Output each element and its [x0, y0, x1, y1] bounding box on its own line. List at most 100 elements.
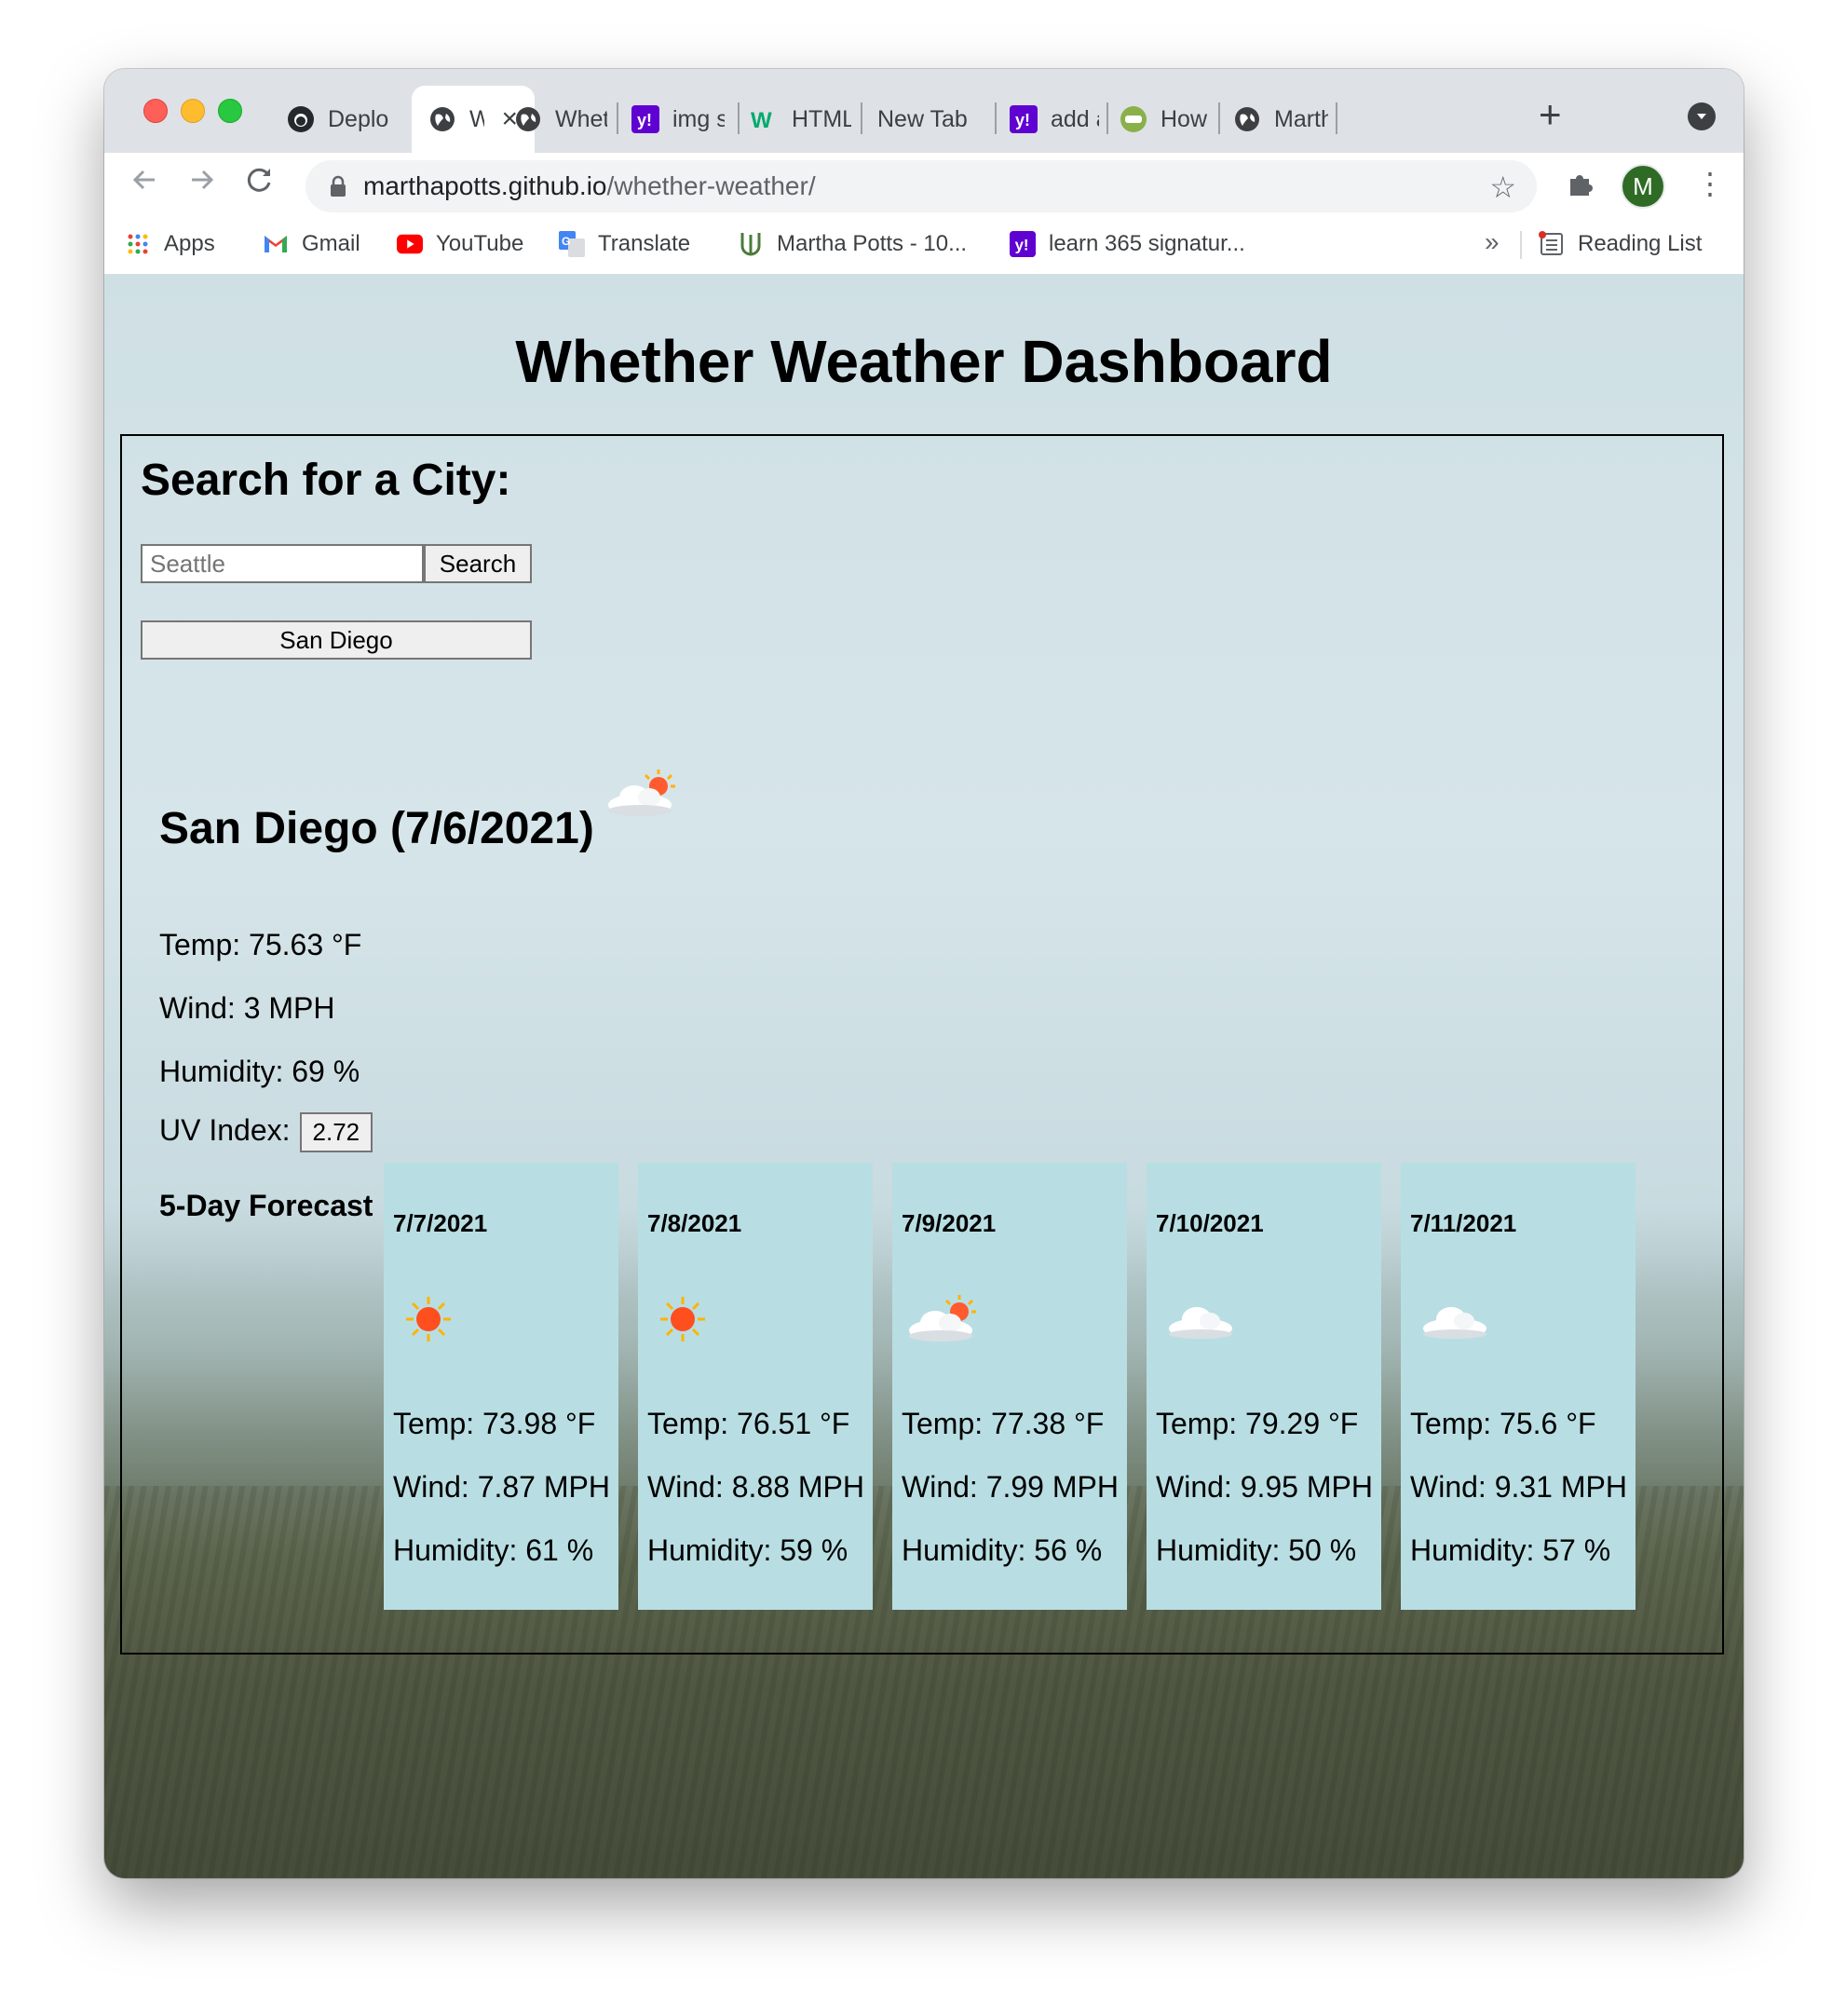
search-button[interactable]: Search	[424, 544, 532, 583]
tab-img-src[interactable]: y! img sr	[631, 86, 725, 153]
extensions-button[interactable]	[1565, 170, 1595, 204]
forecast-temp: Temp: 76.51 °F	[647, 1407, 850, 1440]
forecast-temp: Temp: 77.38 °F	[902, 1407, 1105, 1440]
bookmark-translate[interactable]: G Translate	[559, 225, 690, 263]
bookmark-label: Apps	[164, 231, 215, 256]
profile-avatar[interactable]: M	[1621, 164, 1665, 209]
bookmark-star-icon[interactable]: ☆	[1489, 170, 1516, 205]
forecast-humidity: Humidity: 50 %	[1156, 1533, 1357, 1567]
yahoo-icon: y!	[631, 105, 659, 133]
tab-label: add a	[1051, 105, 1099, 132]
arrow-left-icon	[132, 170, 155, 190]
globe-icon	[514, 105, 542, 133]
tab-add-a[interactable]: y! add a	[1010, 86, 1099, 153]
more-bookmarks-icon[interactable]: »	[1485, 227, 1500, 257]
current-uv: UV Index: 2.72	[159, 1112, 373, 1152]
tab-search-button[interactable]	[1688, 102, 1716, 130]
forecast-temp: Temp: 73.98 °F	[393, 1407, 596, 1440]
forecast-wind: Wind: 7.87 MPH	[393, 1470, 610, 1504]
bookmark-label: learn 365 signatur...	[1049, 231, 1245, 256]
bookmarks-bar: Apps Gmail YouTube G Translate Martha Po…	[104, 214, 1744, 275]
forecast-humidity: Humidity: 59 %	[647, 1533, 848, 1567]
forecast-wind: Wind: 9.95 MPH	[1156, 1470, 1373, 1504]
yahoo-icon: y!	[1010, 105, 1038, 133]
maximize-window-button[interactable]	[218, 99, 242, 123]
forward-button[interactable]	[186, 164, 218, 204]
chevron-down-icon	[1697, 114, 1706, 119]
lock-icon	[330, 175, 346, 198]
forecast-date: 7/10/2021	[1156, 1209, 1264, 1237]
apps-grid-icon	[125, 231, 151, 257]
forecast-card: 7/11/2021 Temp: 75.6 °F Wind: 9.31 MPH H…	[1401, 1163, 1636, 1610]
reload-button[interactable]	[244, 164, 276, 204]
partly-cloudy-icon	[905, 1293, 984, 1355]
forecast-date: 7/8/2021	[647, 1209, 742, 1237]
forecast-temp: Temp: 75.6 °F	[1410, 1407, 1596, 1440]
forecast-card: 7/9/2021 Temp: 77.38 °F Wind: 7.99 MPH H…	[892, 1163, 1127, 1610]
globe-icon	[428, 105, 456, 133]
url-domain: marthapotts.github.io	[363, 171, 607, 200]
tab-strip: Deplo Wl × Wheth y! img sr W	[104, 69, 1744, 153]
arrow-right-icon	[192, 170, 214, 190]
forecast-card: 7/10/2021 Temp: 79.29 °F Wind: 9.95 MPH …	[1147, 1163, 1381, 1610]
forecast-date: 7/11/2021	[1410, 1209, 1517, 1237]
tab-label: New Tab	[877, 105, 968, 132]
current-humidity: Humidity: 69 %	[159, 1055, 360, 1088]
history-city-button[interactable]: San Diego	[141, 620, 532, 660]
uv-label: UV Index:	[159, 1112, 291, 1147]
tab-how-to[interactable]: How t	[1120, 86, 1209, 153]
tab-separator	[1336, 102, 1337, 134]
bookmark-martha-potts[interactable]: Martha Potts - 10...	[738, 225, 967, 263]
page-title: Whether Weather Dashboard	[515, 328, 1333, 395]
tab-new-tab[interactable]: New Tab	[877, 86, 980, 153]
forecast-humidity: Humidity: 61 %	[393, 1533, 594, 1567]
partly-cloudy-icon	[604, 768, 683, 830]
bookmark-youtube[interactable]: YouTube	[397, 225, 523, 263]
city-search-input[interactable]	[141, 544, 424, 583]
tab-martha[interactable]: Marth	[1233, 86, 1328, 153]
sun-icon	[657, 1293, 709, 1350]
tab-deploy[interactable]: Deplo	[287, 86, 400, 153]
reading-list-button[interactable]: Reading List	[1539, 225, 1702, 263]
svg-text:W: W	[751, 108, 772, 133]
tab-separator	[861, 102, 862, 134]
svg-text:y!: y!	[1015, 111, 1030, 129]
w3-icon: W	[751, 105, 779, 133]
close-window-button[interactable]	[143, 99, 168, 123]
menu-kebab-icon[interactable]: ⋮	[1695, 166, 1725, 201]
reading-list-label: Reading List	[1578, 231, 1703, 256]
back-button[interactable]	[129, 164, 160, 204]
bookmark-gmail[interactable]: Gmail	[263, 225, 360, 263]
tab-label: Wl	[469, 105, 485, 132]
tab-separator	[995, 102, 997, 134]
forecast-card: 7/7/2021 Temp: 73.98 °F Wind: 7.87 MPH H…	[384, 1163, 618, 1610]
globe-icon	[1233, 105, 1261, 133]
forecast-heading: 5-Day Forecast	[159, 1189, 373, 1222]
uw-icon	[738, 231, 764, 257]
bookmark-learn-365[interactable]: y! learn 365 signatur...	[1010, 225, 1245, 263]
tab-whether[interactable]: Wheth	[514, 86, 607, 153]
bookmark-label: Martha Potts - 10...	[777, 231, 968, 256]
tab-label: img sr	[672, 105, 725, 132]
search-heading: Search for a City:	[141, 456, 511, 505]
minimize-window-button[interactable]	[181, 99, 205, 123]
tab-label: Deplo	[328, 105, 389, 132]
tab-label: HTML	[792, 105, 851, 132]
forecast-wind: Wind: 7.99 MPH	[902, 1470, 1119, 1504]
bookmark-apps[interactable]: Apps	[125, 225, 215, 263]
address-bar[interactable]: marthapotts.github.io/whether-weather/ ☆	[305, 160, 1537, 212]
browser-toolbar: marthapotts.github.io/whether-weather/ ☆…	[104, 153, 1744, 214]
bookmark-label: YouTube	[436, 231, 524, 256]
yahoo-icon: y!	[1010, 231, 1036, 257]
tab-label: Marth	[1274, 105, 1328, 132]
new-tab-button[interactable]: +	[1539, 95, 1562, 134]
svg-text:y!: y!	[637, 111, 652, 129]
github-icon	[287, 105, 315, 133]
gmail-icon	[263, 231, 289, 257]
forecast-temp: Temp: 79.29 °F	[1156, 1407, 1359, 1440]
translate-icon: G	[559, 231, 585, 257]
tab-html[interactable]: W HTML	[751, 86, 851, 153]
uv-index-badge: 2.72	[299, 1112, 373, 1152]
page-viewport: Whether Weather Dashboard Search for a C…	[104, 275, 1744, 1878]
forecast-card: 7/8/2021 Temp: 76.51 °F Wind: 8.88 MPH H…	[638, 1163, 873, 1610]
